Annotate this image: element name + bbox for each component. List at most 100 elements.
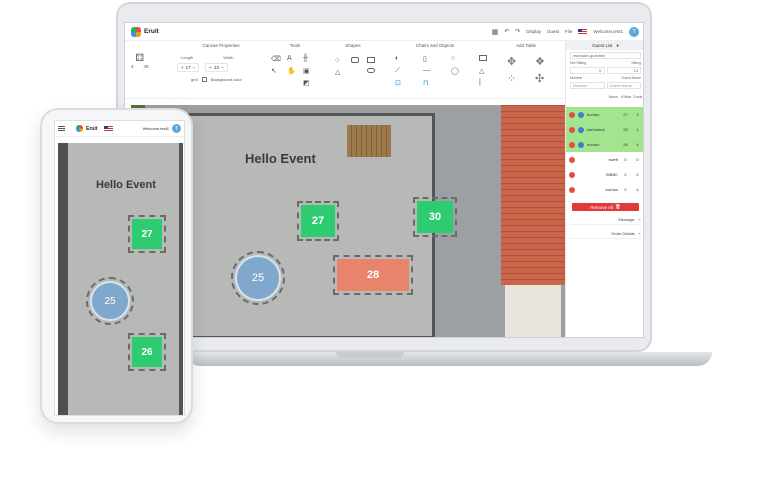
phone-app-logo[interactable]: Eruit	[76, 125, 97, 132]
chevron-down-icon: ▾	[616, 42, 619, 48]
phone-avatar[interactable]: T	[172, 124, 181, 133]
guest-row[interactable]: karhmtest 25 1	[566, 122, 643, 137]
order-details-label: Order Details	[611, 231, 635, 236]
avatar[interactable]: T	[629, 26, 639, 37]
chair-icon[interactable]: ▯	[423, 55, 447, 63]
hamburger-menu-icon[interactable]	[58, 126, 65, 131]
col-table[interactable]: #Table	[621, 95, 631, 99]
guest-row[interactable]: burhan 28 4	[566, 137, 643, 152]
phone-header: Eruit Welcome,test1 T	[55, 121, 184, 137]
bench-object-icon[interactable]: ⊓	[423, 79, 447, 87]
pointer-icon[interactable]: ↖	[271, 67, 283, 75]
chart-tool-icon[interactable]: ◩	[303, 79, 315, 87]
guest-name-input[interactable]: Guest Name	[606, 82, 641, 89]
guest-table: burhan 27 3 karhmtest 25 1 burhan 28 4 s…	[566, 107, 643, 197]
table-25[interactable]: 25	[231, 251, 285, 305]
table-30[interactable]: 30	[413, 197, 457, 237]
us-flag-icon[interactable]	[578, 28, 588, 35]
divider-object-icon[interactable]: —	[423, 67, 447, 75]
table-counts: ⚃ 4 40	[131, 53, 149, 69]
grid-checkbox[interactable]	[201, 77, 207, 82]
width-value: 23	[213, 65, 219, 70]
redo-icon[interactable]: ↷	[515, 28, 520, 35]
guest-row[interactable]: sweft 0 0	[566, 152, 643, 167]
remove-guest-icon[interactable]	[569, 126, 575, 133]
eraser-icon[interactable]: ⌫	[271, 55, 283, 63]
length-label: Length	[181, 55, 194, 60]
order-details-link[interactable]: Order Details +	[570, 231, 641, 239]
remove-guest-icon[interactable]	[569, 111, 575, 118]
square-object-icon[interactable]	[479, 55, 487, 61]
col-guest[interactable]: Guest	[633, 95, 642, 99]
guest-count: 0	[636, 157, 639, 162]
image-tool-icon[interactable]: ▣	[303, 67, 315, 75]
phone-table-25[interactable]: 25	[86, 277, 134, 325]
table-27[interactable]: 27	[297, 201, 339, 241]
menu-guest[interactable]: Guest	[547, 29, 559, 34]
circle-shape-icon[interactable]: ○	[335, 57, 347, 64]
phone-floor-canvas[interactable]: Hello Event 27 25 26	[58, 143, 183, 415]
phone-table-27[interactable]: 27	[128, 215, 166, 253]
laptop-notch	[336, 352, 404, 358]
hand-icon[interactable]: ✋	[287, 67, 299, 75]
floor-canvas[interactable]: Hello Event 27 30 25 28	[131, 105, 565, 337]
length-stepper[interactable]: + 17 −	[177, 63, 200, 72]
phone-event-title[interactable]: Hello Event	[96, 179, 156, 191]
guest-list-name-field[interactable]: michalch-guestlist	[570, 52, 641, 59]
welcome-text[interactable]: Welcome,test1	[593, 29, 623, 34]
grid-label: grid	[191, 77, 198, 82]
stage-object-icon[interactable]: ◯	[451, 67, 475, 75]
remove-guest-icon[interactable]	[569, 171, 575, 178]
width-stepper[interactable]: + 23 −	[205, 63, 228, 72]
seat-icon	[578, 126, 584, 133]
guest-row[interactable]: WBBC 0 2	[566, 167, 643, 182]
square-shape-icon[interactable]	[367, 57, 375, 63]
phone-frame: Eruit Welcome,test1 T Hello Event 27 25 …	[40, 108, 193, 424]
wall-tool-icon[interactable]: ╫	[303, 55, 315, 63]
armchair-icon[interactable]: ◐	[395, 55, 419, 63]
guest-table-no: 25	[623, 127, 628, 132]
triangle-object-icon[interactable]: △	[479, 67, 503, 75]
number-label: Number	[570, 76, 583, 80]
pole-object-icon[interactable]: |	[479, 79, 503, 87]
undo-icon[interactable]: ↶	[504, 28, 509, 35]
guest-list-title[interactable]: Guest List ▾	[566, 41, 643, 50]
phone-welcome-text[interactable]: Welcome,test1	[143, 126, 169, 131]
menu-file[interactable]: File	[565, 29, 572, 34]
add-long-table-icon[interactable]: ⁘	[507, 72, 531, 85]
sofa-object-icon[interactable]: ⊡	[395, 79, 419, 87]
grid-menu-icon[interactable]: ▦	[492, 28, 499, 36]
background-color-label[interactable]: Background color	[211, 77, 242, 82]
text-tool-icon[interactable]: A	[287, 55, 299, 63]
add-banquet-table-icon[interactable]: ✣	[535, 72, 559, 85]
chair-count: 40	[143, 64, 149, 69]
remove-guest-icon[interactable]	[569, 156, 575, 163]
message-link[interactable]: Message +	[570, 217, 641, 225]
number-input[interactable]: Number	[570, 82, 605, 89]
phone-brand-name: Eruit	[86, 125, 98, 132]
us-flag-icon[interactable]	[104, 125, 114, 132]
laptop-screen: Eruit ▦ ↶ ↷ Display Guest File Welcome,t…	[124, 22, 644, 338]
menu-display[interactable]: Display	[526, 29, 541, 34]
guest-row[interactable]: burhan 0 4	[566, 182, 643, 197]
phone-table-26[interactable]: 26	[128, 333, 166, 371]
remove-guest-icon[interactable]	[569, 186, 575, 193]
add-square-table-icon[interactable]: ❖	[535, 55, 559, 68]
app-logo[interactable]: Eruit	[131, 26, 159, 37]
table-chairs-icon: ⚃	[135, 53, 145, 64]
triangle-shape-icon[interactable]: △	[335, 68, 347, 76]
rect-shape-icon[interactable]	[351, 57, 359, 63]
remove-all-button[interactable]: Remove All 🗑	[572, 203, 639, 211]
devices-mockup: Eruit ▦ ↶ ↷ Display Guest File Welcome,t…	[0, 0, 757, 484]
chairs-objects-title: Chairs and Objects	[415, 43, 455, 48]
event-title[interactable]: Hello Event	[245, 151, 316, 166]
table-28[interactable]: 28	[333, 255, 413, 295]
phone-screen: Eruit Welcome,test1 T Hello Event 27 25 …	[54, 120, 185, 416]
round-object-icon[interactable]: ○	[451, 55, 475, 63]
pill-shape-icon[interactable]	[367, 68, 375, 73]
add-round-table-icon[interactable]: ✥	[507, 55, 531, 68]
line-object-icon[interactable]: ⟋	[395, 67, 419, 75]
remove-guest-icon[interactable]	[569, 141, 575, 148]
guest-row[interactable]: burhan 27 3	[566, 107, 643, 122]
col-name[interactable]: Name	[587, 95, 618, 99]
